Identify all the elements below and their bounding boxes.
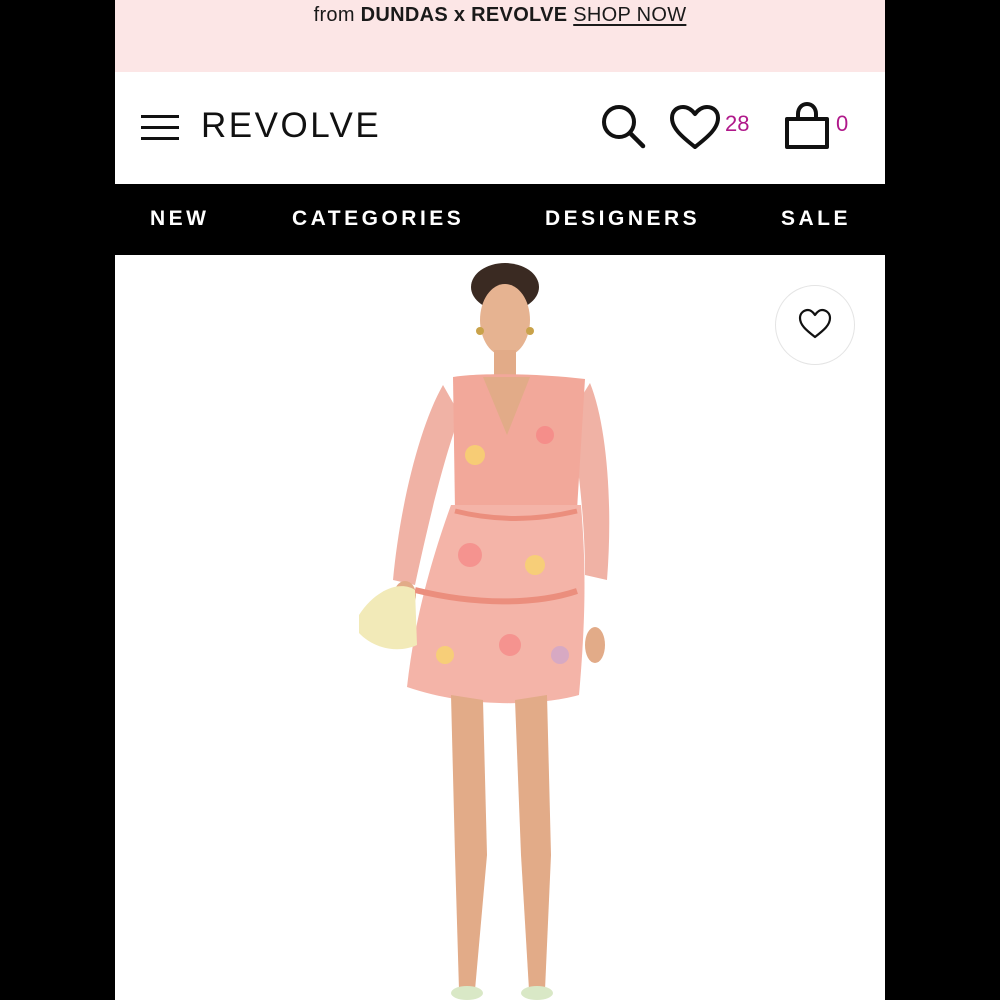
site-header: REVOLVE 28 0: [115, 72, 885, 184]
promo-prefix: from: [313, 4, 355, 26]
nav-item-categories[interactable]: CATEGORIES: [292, 207, 464, 231]
heart-icon[interactable]: [669, 105, 721, 151]
promo-banner[interactable]: from DUNDAS x REVOLVE SHOP NOW: [115, 0, 885, 72]
shop-now-link[interactable]: SHOP NOW: [573, 4, 686, 26]
cart-count-badge: 0: [836, 111, 849, 136]
promo-brands: DUNDAS x REVOLVE: [360, 4, 568, 26]
main-nav: NEW CATEGORIES DESIGNERS SALE: [115, 184, 885, 255]
product-photo: [359, 263, 610, 1000]
shopping-bag-icon[interactable]: [783, 102, 831, 150]
product-image-area[interactable]: [115, 255, 885, 1000]
nav-item-sale[interactable]: SALE: [781, 207, 851, 231]
wishlist-count-badge: 28: [725, 111, 750, 136]
promo-text: from DUNDAS x REVOLVE SHOP NOW: [115, 4, 885, 27]
hamburger-menu-icon[interactable]: [141, 115, 179, 141]
favorite-button[interactable]: [775, 285, 855, 365]
revolve-logo[interactable]: REVOLVE: [201, 106, 381, 146]
heart-outline-icon: [798, 308, 832, 339]
nav-item-designers[interactable]: DESIGNERS: [545, 207, 700, 231]
app-screen: from DUNDAS x REVOLVE SHOP NOW REVOLVE 2…: [115, 0, 885, 1000]
nav-item-new[interactable]: NEW: [150, 207, 210, 231]
search-icon[interactable]: [599, 102, 647, 150]
